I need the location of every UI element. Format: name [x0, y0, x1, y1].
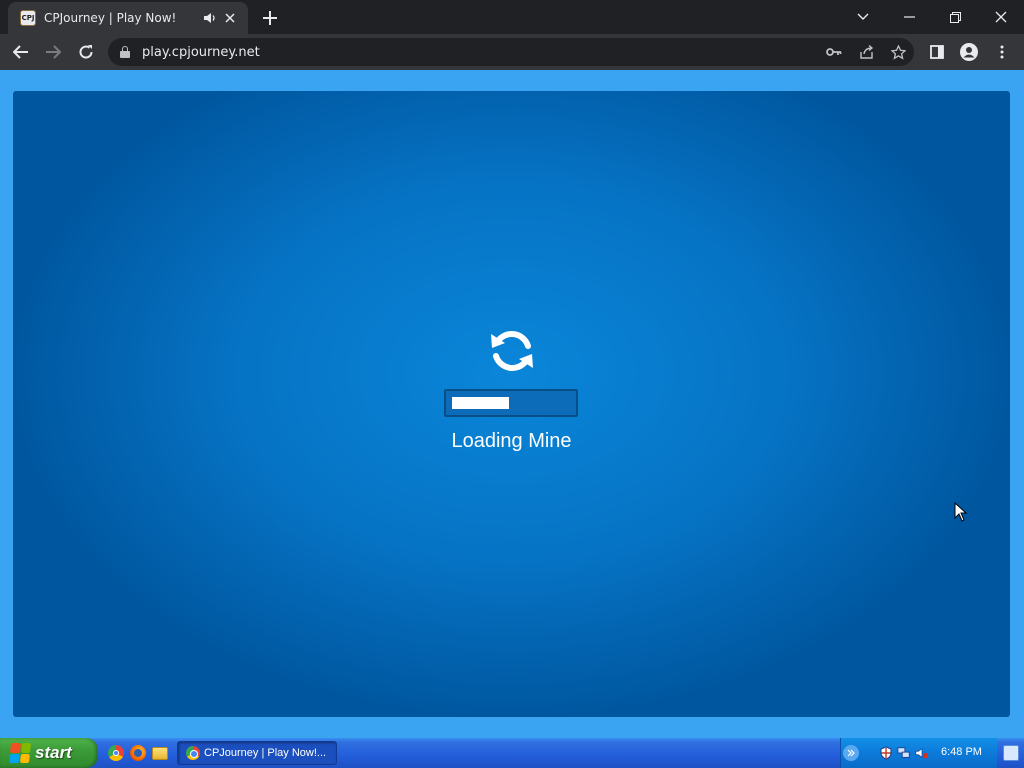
lock-icon[interactable]: [120, 46, 130, 58]
minimize-icon[interactable]: [886, 4, 932, 30]
network-icon[interactable]: [897, 746, 911, 760]
folder-icon[interactable]: [152, 747, 168, 760]
loading-text: Loading Mine: [451, 430, 572, 452]
tab-close-icon[interactable]: [220, 8, 240, 28]
refresh-icon: [491, 331, 533, 371]
speaker-icon[interactable]: [200, 8, 220, 28]
system-tray: 6:48 PM: [840, 738, 997, 768]
show-desktop-icon[interactable]: [1003, 745, 1019, 761]
windows-flag-icon: [8, 743, 32, 763]
browser-tab[interactable]: CPJ CPJourney | Play Now!: [8, 2, 248, 34]
forward-arrow-right-icon[interactable]: [40, 39, 66, 65]
chrome-icon[interactable]: [108, 745, 124, 761]
share-icon[interactable]: [856, 43, 876, 61]
tab-strip: CPJ CPJourney | Play Now!: [0, 0, 1024, 34]
tray-expand-chevron-icon[interactable]: [843, 745, 859, 761]
chrome-icon: [186, 746, 200, 760]
profile-icon[interactable]: [957, 40, 981, 64]
taskbar-window-label: CPJourney | Play Now!...: [204, 747, 327, 759]
site-favicon-icon: CPJ: [20, 10, 36, 26]
web-page: Loading Mine: [0, 70, 1024, 738]
volume-icon[interactable]: [915, 746, 929, 760]
reload-icon[interactable]: [73, 39, 99, 65]
taskbar-window-button[interactable]: CPJourney | Play Now!...: [177, 741, 337, 765]
firefox-icon[interactable]: [130, 745, 146, 761]
progress-fill: [452, 397, 509, 409]
window-close-icon[interactable]: [978, 4, 1024, 30]
url-text[interactable]: play.cpjourney.net: [142, 45, 260, 60]
star-icon[interactable]: [888, 43, 908, 61]
address-bar[interactable]: play.cpjourney.net: [108, 38, 914, 66]
mouse-cursor-icon: [954, 502, 968, 522]
back-arrow-left-icon[interactable]: [8, 39, 34, 65]
start-label: start: [35, 743, 72, 762]
key-icon[interactable]: [824, 43, 844, 61]
game-canvas[interactable]: Loading Mine: [13, 91, 1010, 717]
security-shield-icon[interactable]: [879, 746, 893, 760]
clock[interactable]: 6:48 PM: [941, 746, 982, 758]
kebab-menu-icon[interactable]: [990, 40, 1014, 64]
browser-toolbar: play.cpjourney.net: [0, 34, 1024, 70]
taskbar: start CPJourney | Play Now!... 6:48 PM: [0, 738, 1024, 768]
restore-icon[interactable]: [932, 4, 978, 30]
new-tab-plus-icon[interactable]: [258, 6, 282, 30]
tab-search-chevron-down-icon[interactable]: [840, 4, 886, 30]
start-button[interactable]: start: [0, 738, 98, 768]
tab-title: CPJourney | Play Now!: [44, 11, 177, 25]
loading-progress-bar: [444, 389, 578, 417]
side-panel-icon[interactable]: [925, 40, 949, 64]
loading-screen: Loading Mine: [13, 91, 1010, 717]
